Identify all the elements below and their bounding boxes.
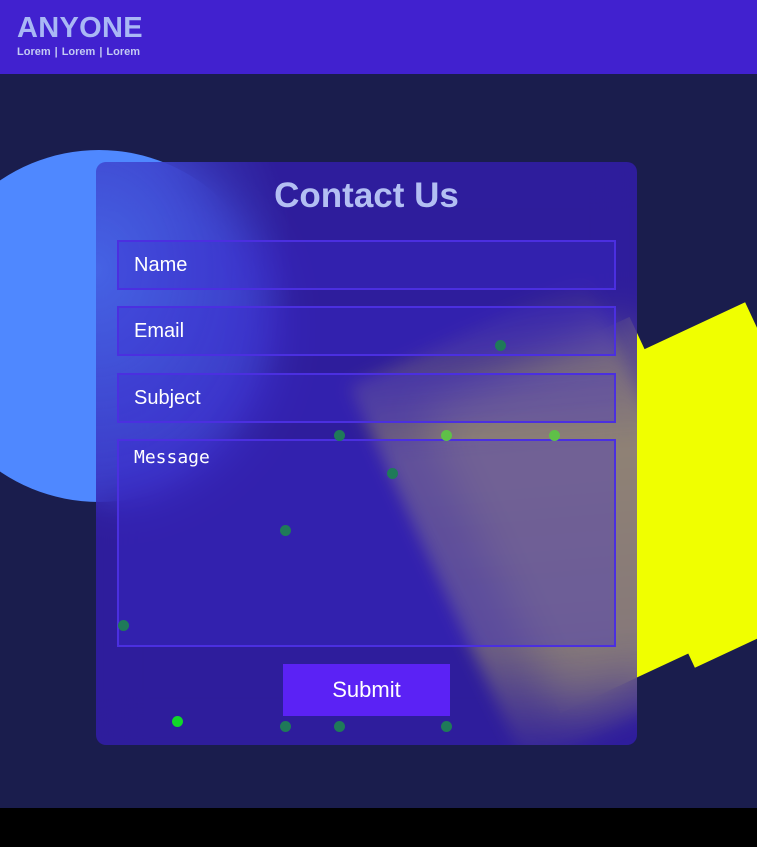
subject-input[interactable]	[117, 373, 616, 423]
decorative-dot	[387, 468, 398, 479]
decorative-dot	[172, 716, 183, 727]
nav-link-2[interactable]: Lorem	[62, 46, 96, 58]
decorative-dot	[549, 430, 560, 441]
header-bar: ANYONE Lorem | Lorem | Lorem	[0, 0, 757, 74]
decorative-dot	[334, 721, 345, 732]
nav-links: Lorem | Lorem | Lorem	[17, 46, 140, 58]
decorative-dot	[334, 430, 345, 441]
nav-link-1[interactable]: Lorem	[17, 46, 51, 58]
submit-button[interactable]: Submit	[283, 664, 450, 716]
nav-link-3[interactable]: Lorem	[106, 46, 140, 58]
decorative-dot	[495, 340, 506, 351]
nav-separator: |	[54, 46, 58, 58]
decorative-dot	[441, 721, 452, 732]
email-input[interactable]	[117, 306, 616, 356]
message-textarea[interactable]	[117, 439, 616, 647]
name-input[interactable]	[117, 240, 616, 290]
form-title: Contact Us	[274, 176, 459, 215]
brand-logo[interactable]: ANYONE	[17, 12, 143, 45]
decorative-dot	[441, 430, 452, 441]
decorative-dot	[280, 721, 291, 732]
decorative-dot	[280, 525, 291, 536]
nav-separator: |	[99, 46, 103, 58]
decorative-dot	[118, 620, 129, 631]
page: ANYONE Lorem | Lorem | Lorem Contact Us …	[0, 0, 757, 808]
contact-form-card: Contact Us Submit	[96, 162, 637, 745]
